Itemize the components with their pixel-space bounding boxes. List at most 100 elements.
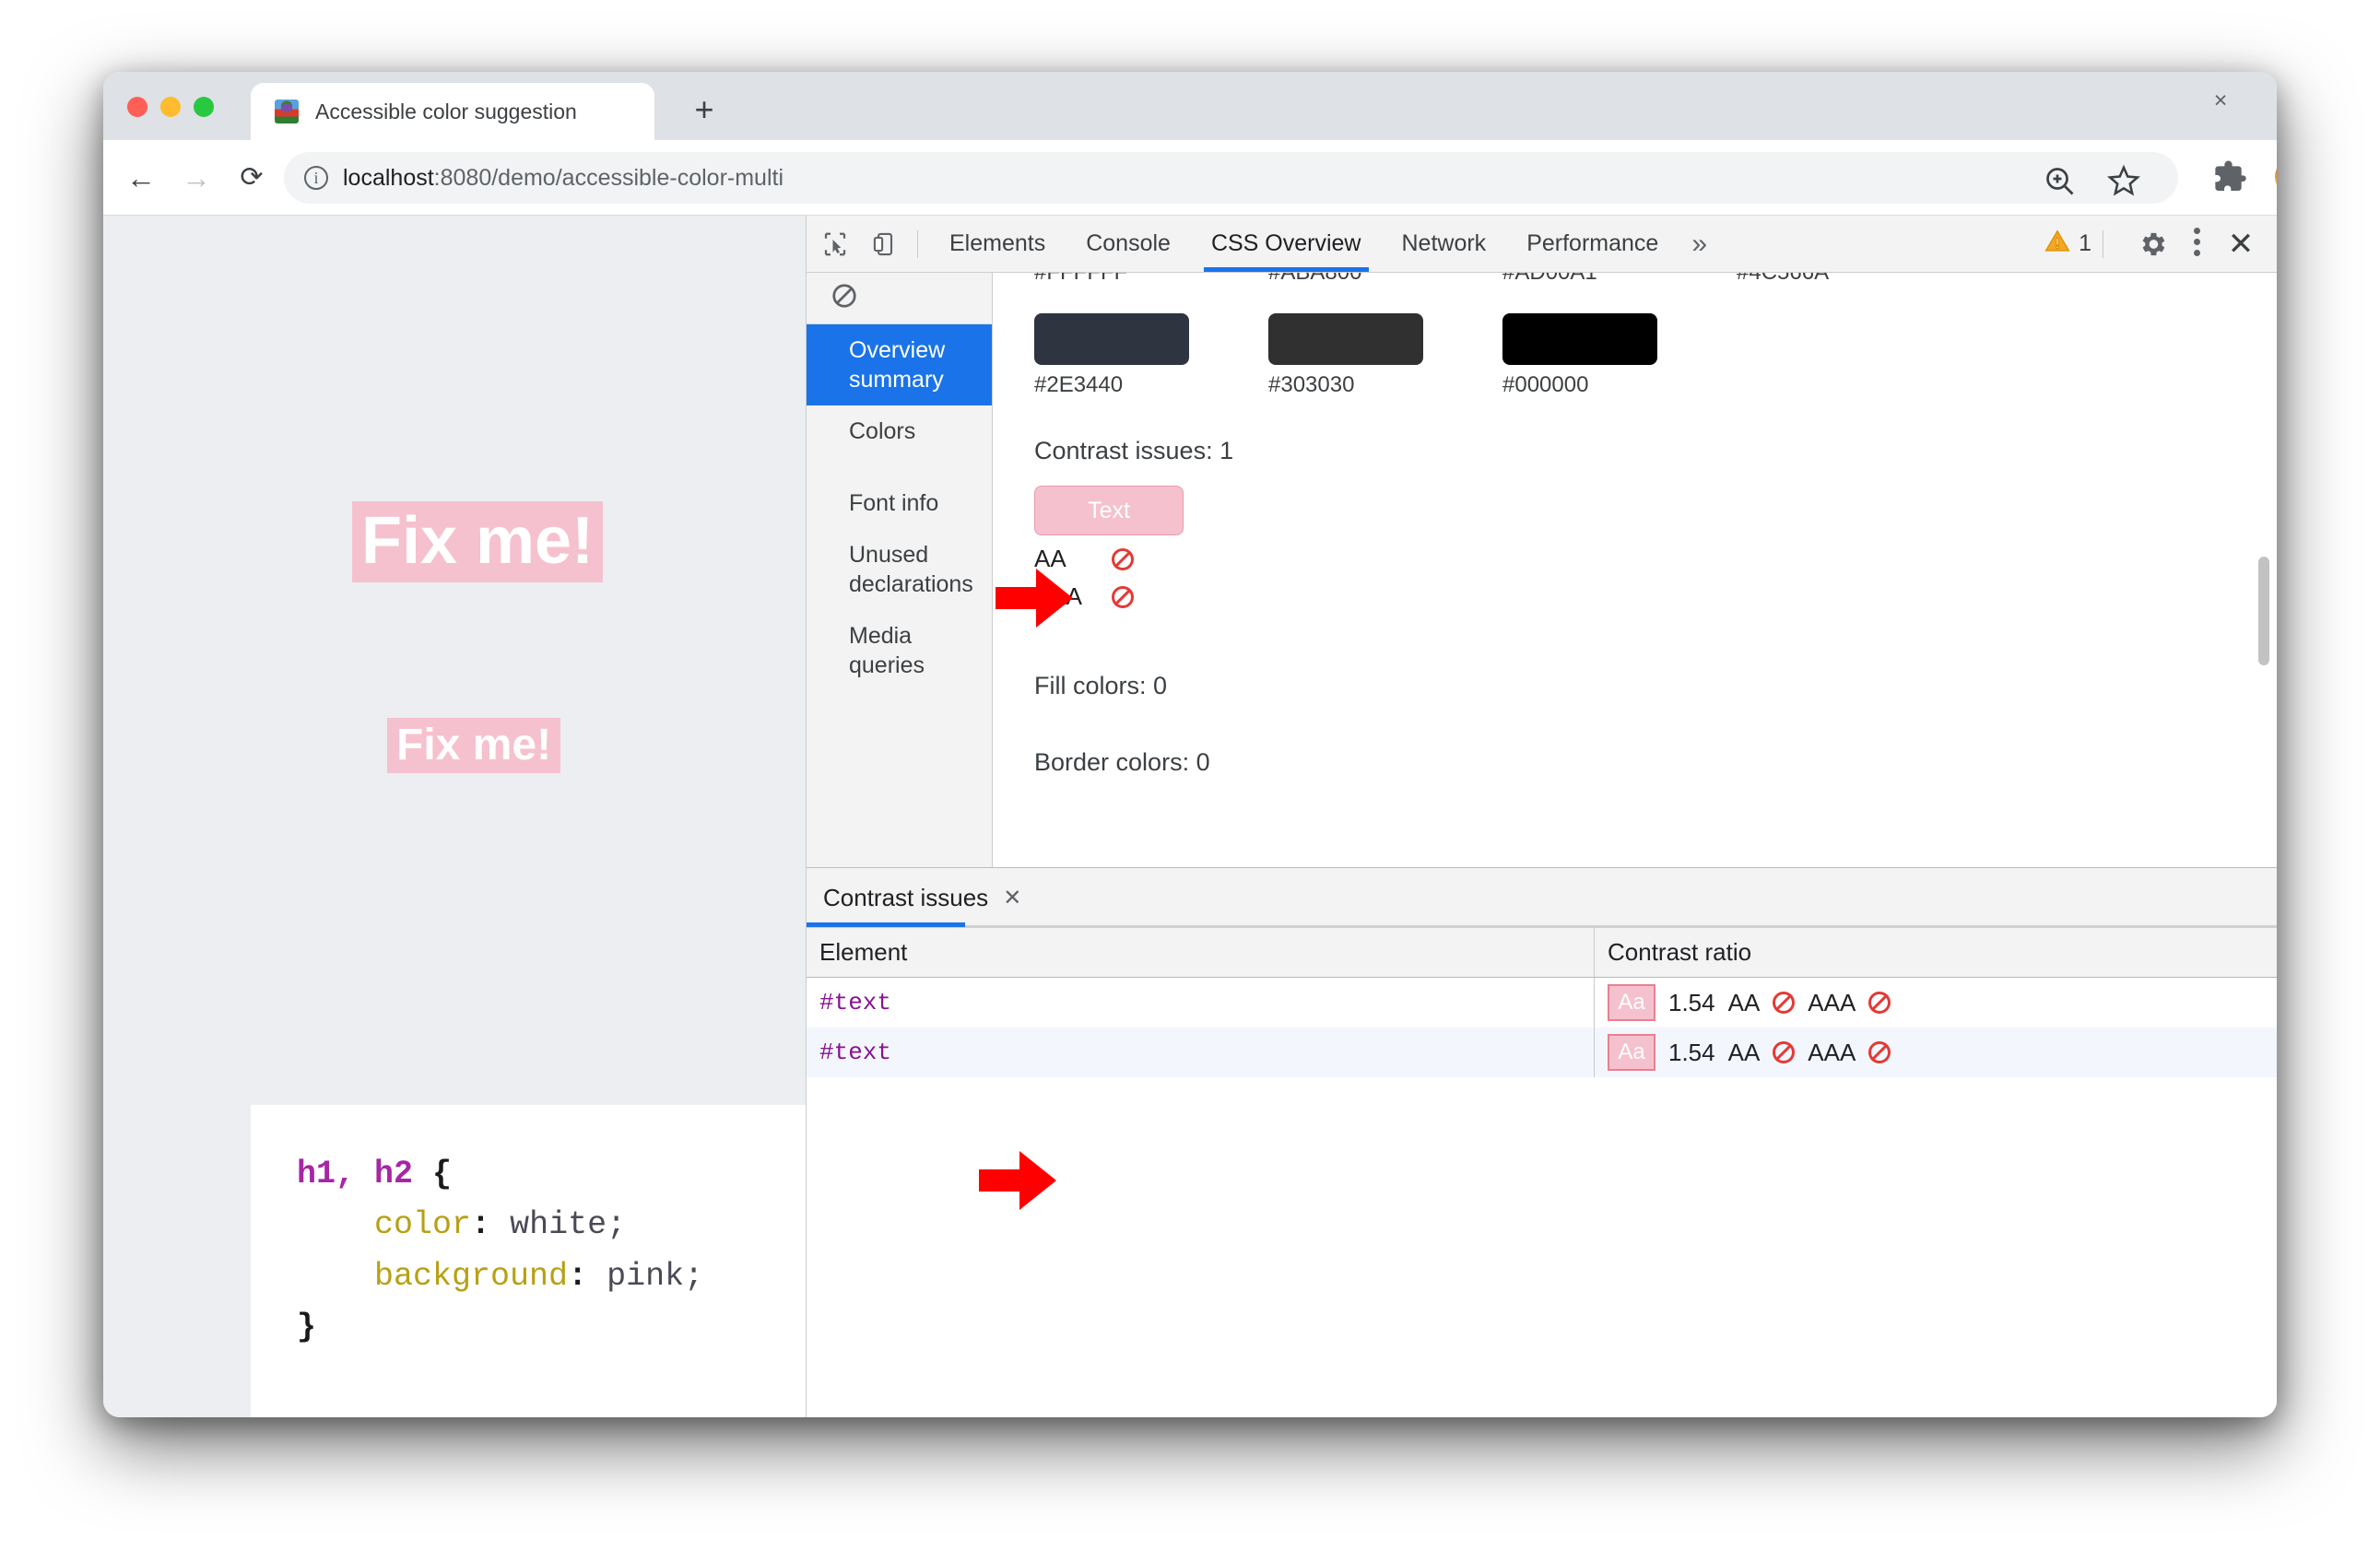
avatar[interactable] <box>2275 158 2277 196</box>
color-swatch[interactable] <box>1034 313 1189 365</box>
cell-contrast-ratio: Aa 1.54 AA AAA <box>1595 1034 2277 1071</box>
inspect-element-icon[interactable] <box>814 223 856 265</box>
code-colon-1: : <box>471 1206 491 1244</box>
tab-css-overview[interactable]: CSS Overview <box>1191 216 1382 272</box>
color-swatch[interactable] <box>1268 313 1423 365</box>
warning-icon[interactable] <box>2044 228 2071 260</box>
sidebar-item-unused-declarations[interactable]: Unused declarations <box>807 529 992 610</box>
swatch-cell[interactable]: #ABA800 <box>1268 273 1423 286</box>
code-value-white: white; <box>490 1206 627 1244</box>
reload-icon[interactable]: ⟳ <box>232 159 271 197</box>
fill-colors-heading: Fill colors: 0 <box>1034 672 1168 699</box>
swatch-cell[interactable]: #303030 <box>1268 313 1423 398</box>
sidebar-item-font-info[interactable]: Font info <box>807 477 992 529</box>
devtools-panel: Elements Console CSS Overview Network Pe… <box>806 216 2277 1417</box>
swatch-hex-label: #AD00A1 <box>1502 273 1657 286</box>
window-maximize-button[interactable] <box>194 97 214 117</box>
color-swatch[interactable] <box>1502 313 1657 365</box>
forward-icon[interactable]: → <box>177 159 216 197</box>
toolbar-divider <box>917 229 918 258</box>
window-minimize-button[interactable] <box>160 97 181 117</box>
fail-icon <box>1868 1041 1891 1063</box>
color-swatch-row-clipped: #FFFFFF #ABA800 #AD00A1 #4C566A <box>1034 273 2236 286</box>
aaa-result-row: AAA <box>1034 582 2236 611</box>
css-overview-sidebar: Overview summary Colors Font info Unused… <box>807 273 993 867</box>
zoom-icon[interactable] <box>2044 165 2077 198</box>
url-path: :8080/demo/accessible-color-multi <box>433 164 784 191</box>
css-overview-main: #FFFFFF #ABA800 #AD00A1 #4C566A <box>994 273 2277 867</box>
tab-network[interactable]: Network <box>1382 216 1507 272</box>
device-toolbar-icon[interactable] <box>864 223 906 265</box>
tab-console[interactable]: Console <box>1066 216 1191 272</box>
border-colors-heading: Border colors: 0 <box>1034 748 1210 776</box>
sidebar-item-media-queries[interactable]: Media queries <box>807 610 992 691</box>
devtools-toolbar: Elements Console CSS Overview Network Pe… <box>807 216 2277 273</box>
swatch-hex-label: #4C566A <box>1737 273 1891 286</box>
swatch-cell[interactable]: #FFFFFF <box>1034 273 1189 286</box>
color-swatch-row: #2E3440 #303030 #000000 <box>1034 313 2236 398</box>
swatch-cell[interactable]: #4C566A <box>1737 273 1891 286</box>
column-header-contrast-ratio[interactable]: Contrast ratio <box>1595 928 2277 977</box>
drawer-tab-contrast-issues[interactable]: Contrast issues ✕ <box>823 868 1021 927</box>
drawer-tab-label: Contrast issues <box>823 883 989 911</box>
close-icon[interactable]: × <box>2209 88 2233 112</box>
h1-text: Fix me! <box>352 501 604 582</box>
back-icon[interactable]: ← <box>122 159 160 197</box>
sidebar-item-colors[interactable]: Colors <box>807 405 992 457</box>
aaa-label: AAA <box>1808 1038 1856 1066</box>
fail-icon <box>1773 992 1796 1014</box>
table-header-row: Element Contrast ratio <box>807 928 2277 978</box>
fail-icon <box>1112 547 1134 570</box>
bookmark-star-icon[interactable] <box>2106 163 2141 198</box>
site-info-icon[interactable]: i <box>304 166 328 190</box>
favicon-icon <box>275 100 299 123</box>
page-heading-h1: Fix me! <box>352 501 604 582</box>
swatch-cell[interactable]: #AD00A1 <box>1502 273 1657 286</box>
contrast-issues-heading: Contrast issues: 1 <box>1034 437 1234 464</box>
fail-icon <box>1773 1041 1796 1063</box>
ratio-value: 1.54 <box>1668 1038 1715 1066</box>
overview-content: #FFFFFF #ABA800 #AD00A1 #4C566A <box>994 273 2277 777</box>
swatch-cell[interactable]: #000000 <box>1502 313 1657 398</box>
cell-element[interactable]: #text <box>807 1027 1595 1077</box>
aa-preview-swatch: Aa <box>1608 1034 1655 1071</box>
browser-toolbar: ← → ⟳ i localhost:8080/demo/accessible-c… <box>103 140 2277 216</box>
contrast-sample-chip[interactable]: Text <box>1034 486 1184 535</box>
page-heading-h2: Fix me! <box>387 718 561 773</box>
ratio-value: 1.54 <box>1668 988 1715 1016</box>
tab-performance[interactable]: Performance <box>1506 216 1679 272</box>
clear-overview-row[interactable] <box>807 273 992 324</box>
table-row[interactable]: #text Aa 1.54 AA AAA <box>807 978 2277 1027</box>
table-row[interactable]: #text Aa 1.54 AA AAA <box>807 1027 2277 1077</box>
tab-elements[interactable]: Elements <box>929 216 1066 272</box>
page-viewport: Fix me! Fix me! h1, h2 { color: white; b… <box>103 216 806 1417</box>
swatch-cell[interactable]: #2E3440 <box>1034 313 1189 398</box>
column-header-element[interactable]: Element <box>807 928 1595 977</box>
tab-title: Accessible color suggestion <box>315 99 577 123</box>
window-close-button[interactable] <box>127 97 147 117</box>
browser-window: Accessible color suggestion × + ← → ⟳ i … <box>103 72 2277 1417</box>
code-property-color: color <box>374 1206 472 1244</box>
scrollbar-thumb[interactable] <box>2258 557 2269 665</box>
swatch-hex-label: #303030 <box>1268 372 1355 397</box>
main-scrollbar[interactable] <box>2256 273 2271 867</box>
extensions-icon[interactable] <box>2212 159 2249 195</box>
ban-icon[interactable] <box>831 282 858 314</box>
browser-tab[interactable]: Accessible color suggestion <box>251 83 654 140</box>
close-icon[interactable]: ✕ <box>1003 885 1021 911</box>
devtools-menu-icon[interactable] <box>2181 223 2212 265</box>
annotation-arrow-1 <box>996 569 1073 628</box>
more-tabs-icon[interactable]: » <box>1679 216 1720 272</box>
aa-preview-swatch: Aa <box>1608 984 1655 1021</box>
code-selector: h1, h2 <box>297 1156 414 1192</box>
code-close-brace: } <box>297 1308 317 1345</box>
cell-element[interactable]: #text <box>807 978 1595 1027</box>
gear-icon[interactable] <box>2131 223 2174 265</box>
address-bar[interactable]: i localhost:8080/demo/accessible-color-m… <box>284 152 2178 204</box>
new-tab-button[interactable]: + <box>686 92 723 129</box>
annotation-arrow-2 <box>979 1151 1056 1210</box>
sidebar-item-overview-summary[interactable]: Overview summary <box>807 324 992 405</box>
url-host: localhost <box>343 164 434 191</box>
devtools-close-icon[interactable]: ✕ <box>2220 223 2262 265</box>
